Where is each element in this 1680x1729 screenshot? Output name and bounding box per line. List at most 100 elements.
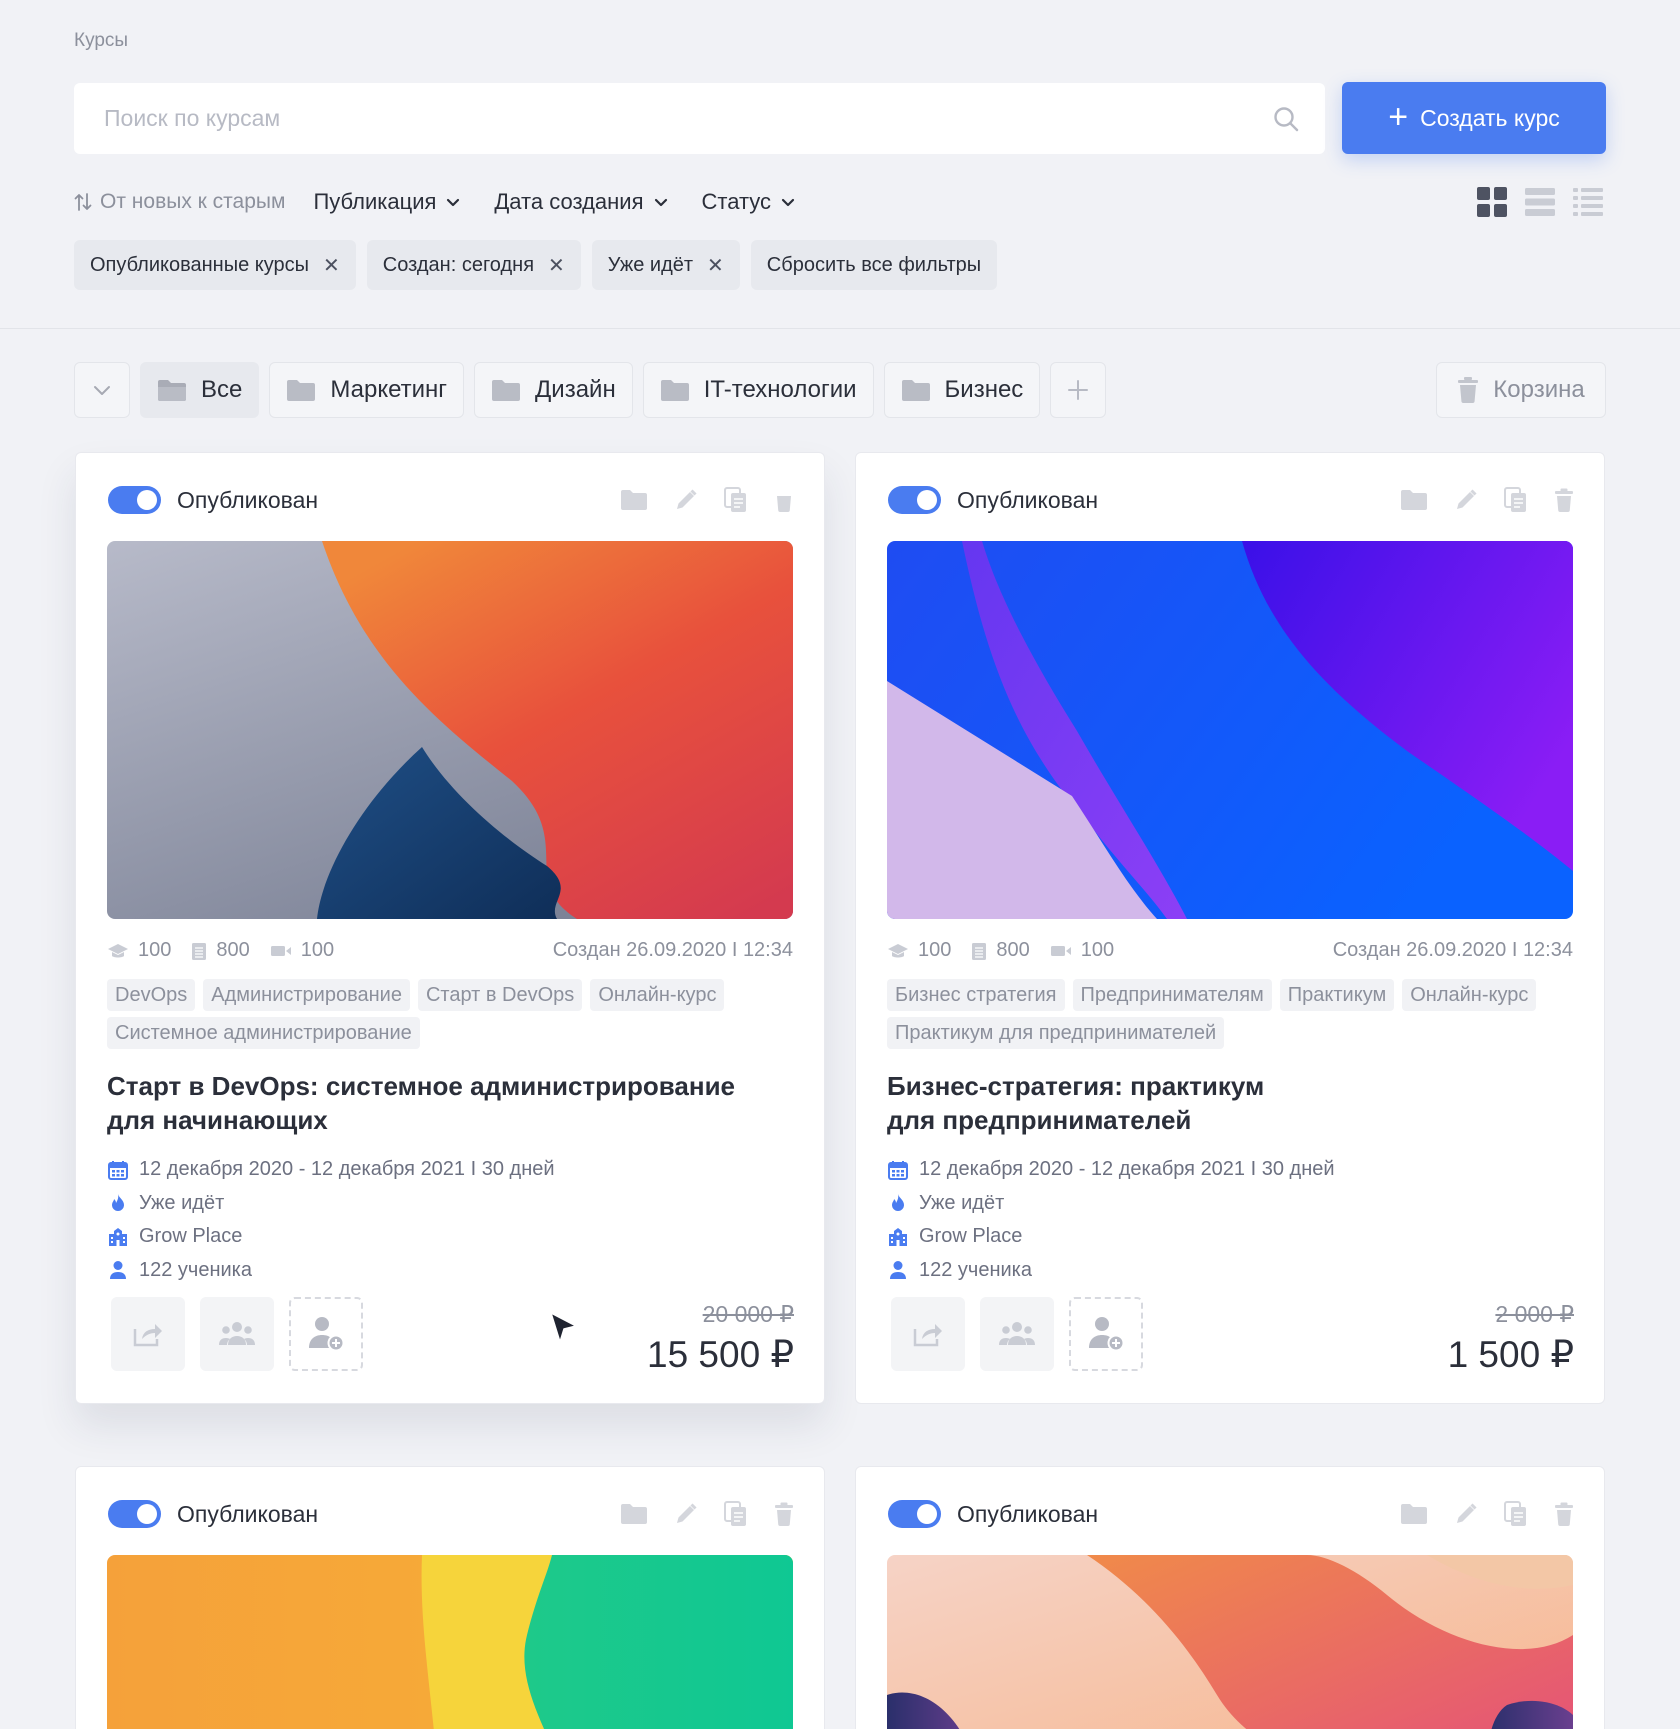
stat-value: 100 bbox=[918, 939, 952, 961]
copy-icon[interactable] bbox=[724, 1501, 748, 1527]
chevron-down-icon bbox=[446, 198, 460, 207]
group-button[interactable] bbox=[200, 1297, 274, 1371]
search-icon[interactable] bbox=[1273, 106, 1299, 132]
view-switcher bbox=[1476, 186, 1604, 218]
trash-icon[interactable] bbox=[774, 1502, 794, 1526]
tag[interactable]: Системное администрирование bbox=[107, 1017, 420, 1049]
tag[interactable]: Практикум bbox=[1279, 979, 1395, 1011]
dropdown-label: Статус bbox=[701, 189, 772, 214]
stat-students: 100 bbox=[107, 939, 171, 962]
share-button[interactable] bbox=[111, 1297, 185, 1371]
publish-toggle[interactable] bbox=[108, 1500, 161, 1528]
publish-toggle[interactable] bbox=[888, 486, 941, 514]
copy-icon[interactable] bbox=[1504, 487, 1528, 513]
trash-icon[interactable] bbox=[774, 488, 794, 512]
close-icon[interactable]: ✕ bbox=[323, 253, 340, 278]
school-building-icon bbox=[107, 1227, 129, 1247]
publish-toggle[interactable] bbox=[108, 486, 161, 514]
stat-lessons: 800 bbox=[191, 939, 250, 962]
filter-chip[interactable]: Опубликованные курсы ✕ bbox=[74, 240, 356, 290]
filter-chip[interactable]: Создан: сегодня ✕ bbox=[366, 240, 581, 290]
publish-toggle[interactable] bbox=[888, 1500, 941, 1528]
trash-icon[interactable] bbox=[1554, 1502, 1574, 1526]
trash-icon bbox=[1457, 377, 1479, 403]
stat-lessons: 800 bbox=[971, 939, 1030, 962]
user-add-icon bbox=[1087, 1316, 1125, 1352]
user-icon bbox=[887, 1260, 909, 1280]
stat-value: 100 bbox=[1080, 939, 1115, 961]
trash-folder-button[interactable]: Корзина bbox=[1436, 362, 1606, 418]
dropdown-creation-date[interactable]: Дата создания bbox=[494, 189, 667, 215]
tag[interactable]: Онлайн-курс bbox=[1402, 979, 1537, 1011]
filter-chip[interactable]: Уже идёт ✕ bbox=[591, 240, 740, 290]
publish-status: Опубликован bbox=[957, 1500, 1099, 1527]
folder-label: Бизнес bbox=[944, 376, 1024, 403]
reset-filters-button[interactable]: Сбросить все фильтры bbox=[750, 240, 998, 290]
folder-tab-it[interactable]: IT-технологии bbox=[642, 362, 874, 418]
add-folder-button[interactable] bbox=[1050, 362, 1107, 418]
chevron-down-icon bbox=[781, 198, 795, 207]
course-meta: 12 декабря 2020 - 12 декабря 2021 I 30 д… bbox=[107, 1153, 555, 1287]
sort-toggle[interactable]: От новых к старым bbox=[74, 190, 285, 214]
meta-text: 122 ученика bbox=[139, 1258, 252, 1281]
tag[interactable]: Старт в DevOps bbox=[417, 979, 583, 1011]
clipboard-icon bbox=[191, 941, 207, 961]
add-student-button[interactable] bbox=[289, 1297, 363, 1371]
folder-tab-business[interactable]: Бизнес bbox=[883, 362, 1041, 418]
tag[interactable]: Предпринимателям bbox=[1072, 979, 1272, 1011]
edit-icon[interactable] bbox=[1454, 488, 1478, 512]
share-button[interactable] bbox=[891, 1297, 965, 1371]
plus-icon: + bbox=[1388, 97, 1409, 136]
meta-text: 12 декабря 2020 - 12 декабря 2021 I 30 д… bbox=[919, 1158, 1335, 1181]
user-add-icon bbox=[307, 1316, 345, 1352]
dropdown-status[interactable]: Статус bbox=[702, 189, 796, 215]
tag[interactable]: Онлайн-курс bbox=[590, 979, 725, 1011]
tag[interactable]: Бизнес стратегия bbox=[887, 979, 1065, 1011]
grid-view-icon[interactable] bbox=[1476, 186, 1508, 218]
search-input[interactable] bbox=[104, 105, 1273, 132]
course-card[interactable]: Опубликован bbox=[75, 1466, 825, 1729]
folder-tab-design[interactable]: Дизайн bbox=[474, 362, 633, 418]
tag[interactable]: Администрирование bbox=[203, 979, 410, 1011]
course-title[interactable]: Бизнес-стратегия: практикум для предприн… bbox=[887, 1069, 1567, 1137]
course-stats: 100 800 100 Создан 26.09.2020 I 12:34 bbox=[887, 939, 1573, 962]
create-course-button[interactable]: + Создать курс bbox=[1342, 82, 1606, 154]
clipboard-icon bbox=[971, 941, 987, 961]
meta-text: 122 ученика bbox=[919, 1258, 1032, 1281]
tag[interactable]: DevOps bbox=[107, 979, 196, 1011]
dropdown-publication[interactable]: Публикация bbox=[313, 189, 460, 215]
tag[interactable]: Практикум для предпринимателей bbox=[887, 1017, 1225, 1049]
folder-tab-all[interactable]: Все bbox=[140, 362, 260, 418]
course-cover-image bbox=[887, 1555, 1573, 1729]
meta-dates: 12 декабря 2020 - 12 декабря 2021 I 30 д… bbox=[107, 1153, 555, 1187]
group-button[interactable] bbox=[980, 1297, 1054, 1371]
edit-icon[interactable] bbox=[1454, 1502, 1478, 1526]
folder-icon[interactable] bbox=[620, 489, 648, 511]
edit-icon[interactable] bbox=[674, 488, 698, 512]
stat-videos: 100 bbox=[270, 939, 334, 962]
copy-icon[interactable] bbox=[1504, 1501, 1528, 1527]
course-card[interactable]: Опубликован 100 800 100 Создан 26.09.202… bbox=[75, 452, 825, 1404]
course-title[interactable]: Старт в DevOps: системное администрирова… bbox=[107, 1069, 787, 1137]
edit-icon[interactable] bbox=[674, 1502, 698, 1526]
compact-list-view-icon[interactable] bbox=[1572, 186, 1604, 218]
course-card[interactable]: Опубликован bbox=[855, 1466, 1605, 1729]
list-view-icon[interactable] bbox=[1524, 186, 1556, 218]
close-icon[interactable]: ✕ bbox=[707, 253, 724, 278]
folder-icon[interactable] bbox=[620, 1503, 648, 1525]
breadcrumb: Курсы bbox=[74, 30, 129, 51]
folder-icon[interactable] bbox=[1400, 489, 1428, 511]
card-actions bbox=[620, 1501, 794, 1527]
course-card[interactable]: Опубликован 100 800 100 Создан 26.09.202… bbox=[855, 452, 1605, 1404]
meta-text: Уже идёт bbox=[139, 1191, 225, 1214]
stat-value: 800 bbox=[216, 939, 250, 961]
folder-tab-marketing[interactable]: Маркетинг bbox=[269, 362, 465, 418]
close-icon[interactable]: ✕ bbox=[548, 253, 565, 278]
dropdown-label: Дата создания bbox=[494, 189, 644, 214]
collapse-folders-button[interactable] bbox=[74, 362, 130, 418]
flame-icon bbox=[107, 1193, 129, 1213]
copy-icon[interactable] bbox=[724, 487, 748, 513]
trash-icon[interactable] bbox=[1554, 488, 1574, 512]
folder-icon[interactable] bbox=[1400, 1503, 1428, 1525]
add-student-button[interactable] bbox=[1069, 1297, 1143, 1371]
